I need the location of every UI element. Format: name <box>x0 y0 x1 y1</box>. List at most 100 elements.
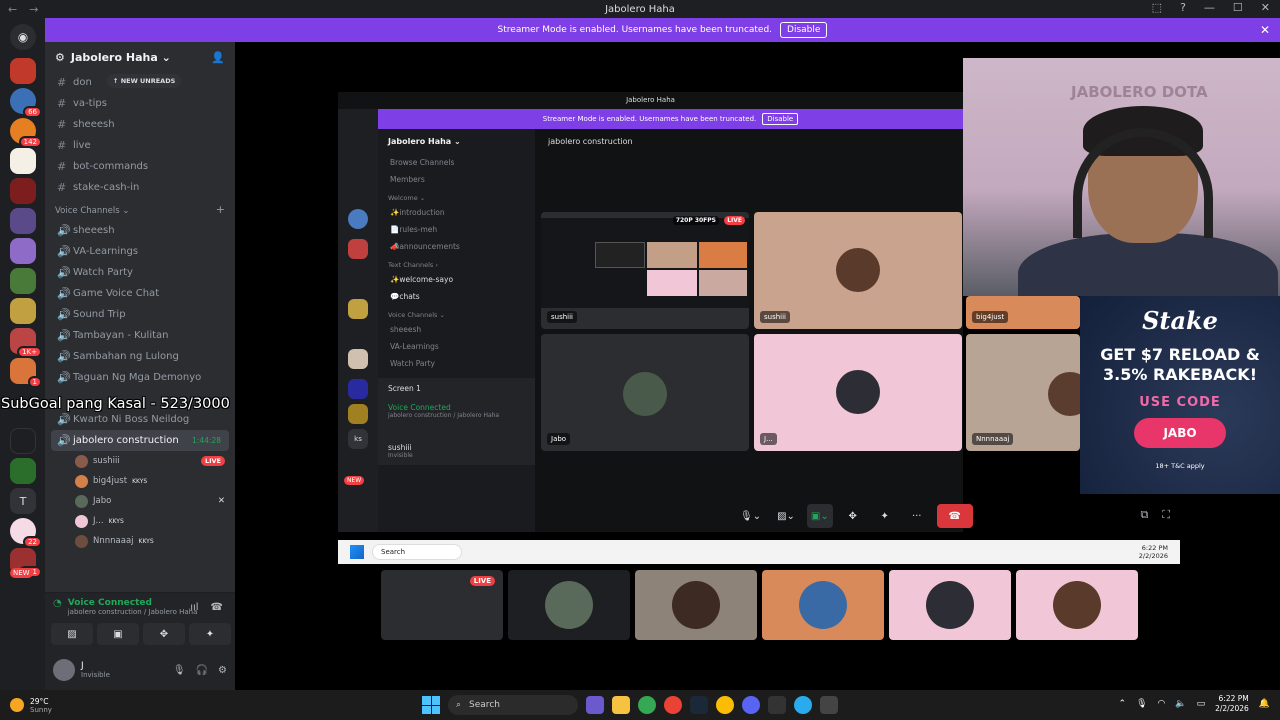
discord-icon[interactable] <box>742 696 760 714</box>
voice-channel[interactable]: 🔊 VA-Learnings <box>45 241 235 262</box>
server-icon[interactable] <box>10 178 36 204</box>
channel-stake-cash-in[interactable]: # stake-cash-in <box>45 177 235 198</box>
server-icon[interactable]: 22 <box>10 518 42 548</box>
participant-thumbnail[interactable] <box>635 570 757 640</box>
settings-gear-icon[interactable]: ⚙ <box>218 665 227 676</box>
voice-connected-sub[interactable]: jabolero construction / Jabolero Haha <box>68 608 198 616</box>
voice-user[interactable]: Nnnnaaaj KKYS <box>45 531 235 551</box>
close-banner-icon[interactable]: ✕ <box>1260 23 1270 37</box>
server-icon[interactable] <box>10 238 36 264</box>
camera-off-button[interactable]: ▨ <box>51 623 93 645</box>
chevron-up-icon[interactable]: ⌃ <box>1119 699 1127 709</box>
server-icon[interactable] <box>10 458 36 484</box>
channel-live[interactable]: # live <box>45 135 235 156</box>
disconnect-user-icon[interactable]: ✕ <box>218 496 225 506</box>
weather-widget[interactable]: 29°C Sunny <box>10 697 150 714</box>
fullscreen-icon[interactable]: ⛶ <box>1162 508 1170 522</box>
microphone-icon[interactable]: 🎙 <box>173 665 186 676</box>
microphone-icon[interactable]: 🎙⌄ <box>736 504 765 528</box>
minimize-button[interactable]: — <box>1204 1 1215 14</box>
headphones-icon[interactable]: 🎧 <box>196 665 208 676</box>
noise-suppression-icon[interactable]: ııl <box>190 602 198 613</box>
voice-user[interactable]: big4just KKYS <box>45 471 235 491</box>
channel-don[interactable]: # don ↑ NEW UNREADS <box>45 72 235 93</box>
voice-channel[interactable]: 🔊 sheeesh <box>45 220 235 241</box>
system-clock[interactable]: 6:22 PM 2/2/2026 <box>1215 694 1249 714</box>
server-icon[interactable]: 66 <box>10 88 42 118</box>
add-member-icon[interactable]: 👤 <box>211 51 225 64</box>
signal-icon[interactable]: ◔ <box>53 598 62 609</box>
taskbar-search[interactable]: ⌕ Search <box>448 695 578 715</box>
chrome-icon[interactable] <box>716 696 734 714</box>
new-unreads-pill[interactable]: ↑ NEW UNREADS <box>107 74 182 88</box>
voice-user[interactable]: Jabo ✕ <box>45 491 235 511</box>
close-window-button[interactable]: ✕ <box>1261 1 1270 14</box>
volume-icon[interactable]: 🔈 <box>1175 699 1186 709</box>
maximize-button[interactable]: ☐ <box>1233 1 1243 14</box>
voice-channel[interactable]: 🔊 Watch Party <box>45 262 235 283</box>
participant-tile[interactable]: J... <box>754 334 962 451</box>
activities-button[interactable]: ✥ <box>143 623 185 645</box>
file-explorer-icon[interactable] <box>612 696 630 714</box>
channel-va-tips[interactable]: # va-tips <box>45 93 235 114</box>
voice-user[interactable]: sushiii LIVE <box>45 451 235 471</box>
server-icon[interactable] <box>10 58 36 84</box>
add-channel-icon[interactable]: + <box>216 203 225 216</box>
participant-tile[interactable]: sushiii <box>754 212 962 329</box>
participant-tile[interactable]: big4just <box>966 296 1080 329</box>
wifi-icon[interactable]: ◠ <box>1158 699 1166 709</box>
disable-streamer-mode-button[interactable]: Disable <box>780 22 828 38</box>
telegram-icon[interactable] <box>794 696 812 714</box>
server-icon[interactable]: 1 <box>10 358 42 388</box>
microphone-icon[interactable]: 🎙 <box>1136 699 1147 709</box>
camera-off-icon[interactable]: ▨⌄ <box>773 504 799 528</box>
obs-icon[interactable] <box>768 696 786 714</box>
activities-icon[interactable]: ✥ <box>841 504 865 528</box>
start-button[interactable] <box>422 696 440 714</box>
voice-channel[interactable]: 🔊 Taguan Ng Mga Demonyo <box>45 367 235 388</box>
inbox-icon[interactable]: ⬚ <box>1152 1 1162 14</box>
discord-home-icon[interactable]: ◉ <box>10 24 36 50</box>
hang-up-button[interactable]: ☎ <box>936 504 973 528</box>
server-icon[interactable] <box>10 428 36 454</box>
server-icon[interactable]: 1K+ <box>10 328 42 358</box>
participant-thumbnail[interactable] <box>762 570 884 640</box>
server-icon[interactable]: T <box>10 488 36 514</box>
chrome-icon[interactable] <box>664 696 682 714</box>
participant-tile[interactable]: Nnnnaaaj <box>966 334 1080 451</box>
participant-thumbnail[interactable] <box>889 570 1011 640</box>
voice-channel[interactable]: 🔊 Kwarto Ni Boss Neildog <box>45 409 235 430</box>
voice-channel[interactable]: 🔊 Sambahan ng Lulong <box>45 346 235 367</box>
server-icon[interactable] <box>10 208 36 234</box>
battery-icon[interactable]: ▭ <box>1197 699 1206 709</box>
voice-channel[interactable]: 🔊 Tambayan - Kulitan <box>45 325 235 346</box>
more-options-icon[interactable]: ··· <box>905 504 929 528</box>
server-icon[interactable] <box>10 298 36 324</box>
soundboard-icon[interactable]: ✦ <box>873 504 897 528</box>
participant-thumbnail[interactable] <box>1016 570 1138 640</box>
voice-channel[interactable]: 🔊 Game Voice Chat <box>45 283 235 304</box>
voice-user[interactable]: J... KKYS <box>45 511 235 531</box>
voice-channel-jabolero-construction[interactable]: 🔊 jabolero construction 1:44:28 <box>51 430 229 451</box>
disconnect-icon[interactable]: ☎ <box>211 602 223 613</box>
voice-channels-category[interactable]: Voice Channels ⌄ + <box>45 198 235 220</box>
server-icon[interactable] <box>10 268 36 294</box>
participant-thumbnail[interactable] <box>508 570 630 640</box>
server-icon[interactable]: 142 <box>10 118 42 148</box>
screen-share-icon[interactable]: ▣⌄ <box>806 504 833 528</box>
screen-share-button[interactable]: ▣ <box>97 623 139 645</box>
channel-sheeesh[interactable]: # sheeesh <box>45 114 235 135</box>
help-icon[interactable]: ? <box>1180 1 1186 14</box>
stream-thumbnail[interactable]: LIVE <box>381 570 503 640</box>
stream-tile[interactable]: 720P 30FPS LIVE sushiii <box>541 212 749 329</box>
guild-header[interactable]: ⚙ Jabolero Haha ⌄ 👤 <box>45 42 235 72</box>
channel-bot-commands[interactable]: # bot-commands <box>45 156 235 177</box>
server-icon[interactable] <box>10 148 36 174</box>
participant-tile[interactable]: Jabo <box>541 334 749 451</box>
chrome-icon[interactable] <box>638 696 656 714</box>
popout-icon[interactable]: ⧉ <box>1140 508 1148 522</box>
copilot-icon[interactable] <box>586 696 604 714</box>
soundboard-button[interactable]: ✦ <box>189 623 231 645</box>
steam-icon[interactable] <box>690 696 708 714</box>
notification-bell-icon[interactable]: 🔔 <box>1259 699 1270 709</box>
